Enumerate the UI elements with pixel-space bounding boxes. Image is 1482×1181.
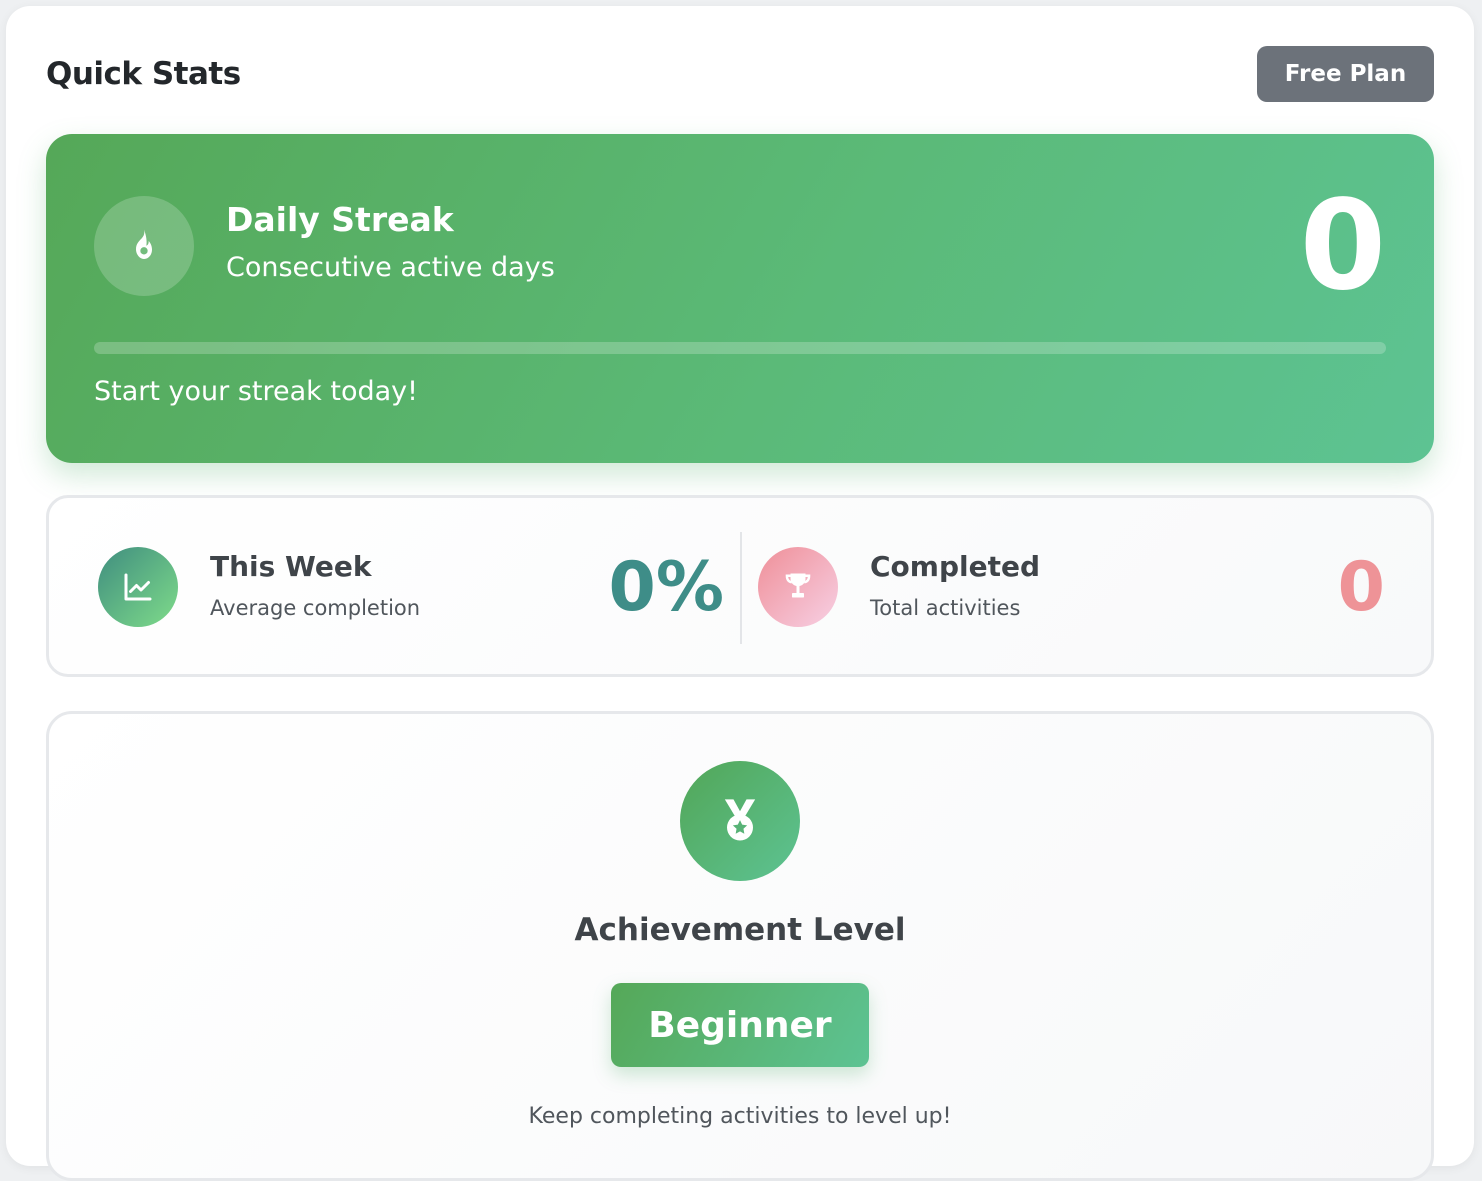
this-week-title: This Week: [210, 550, 372, 583]
stats-card: This Week Average completion 0% Complete…: [46, 495, 1434, 677]
streak-progress-bar: [94, 342, 1386, 354]
trophy-icon: [758, 547, 838, 627]
this-week-stat: This Week Average completion 0%: [49, 498, 739, 674]
chart-line-icon: [98, 547, 178, 627]
streak-value: 0: [1299, 174, 1386, 318]
streak-subtitle: Consecutive active days: [226, 252, 555, 283]
completed-stat: Completed Total activities 0: [742, 498, 1434, 674]
fire-icon: [94, 196, 194, 296]
streak-title: Daily Streak: [226, 200, 454, 239]
this-week-subtitle: Average completion: [210, 596, 421, 620]
achievement-level-badge: Beginner: [611, 983, 869, 1067]
completed-value: 0: [1337, 548, 1385, 627]
plan-badge[interactable]: Free Plan: [1257, 46, 1434, 102]
daily-streak-card: Daily Streak Consecutive active days 0 S…: [46, 134, 1434, 463]
quick-stats-panel: Quick Stats Free Plan Daily Streak Conse…: [6, 6, 1474, 1181]
achievement-message: Keep completing activities to level up!: [528, 1104, 952, 1129]
this-week-value: 0%: [608, 548, 724, 627]
streak-message: Start your streak today!: [94, 376, 418, 407]
achievement-card: Achievement Level Beginner Keep completi…: [46, 711, 1434, 1181]
medal-icon: [680, 761, 800, 881]
panel-header: Quick Stats Free Plan: [46, 46, 1434, 102]
achievement-title: Achievement Level: [574, 912, 906, 948]
completed-title: Completed: [870, 550, 1041, 583]
completed-subtitle: Total activities: [870, 596, 1021, 620]
panel-title: Quick Stats: [46, 56, 241, 92]
